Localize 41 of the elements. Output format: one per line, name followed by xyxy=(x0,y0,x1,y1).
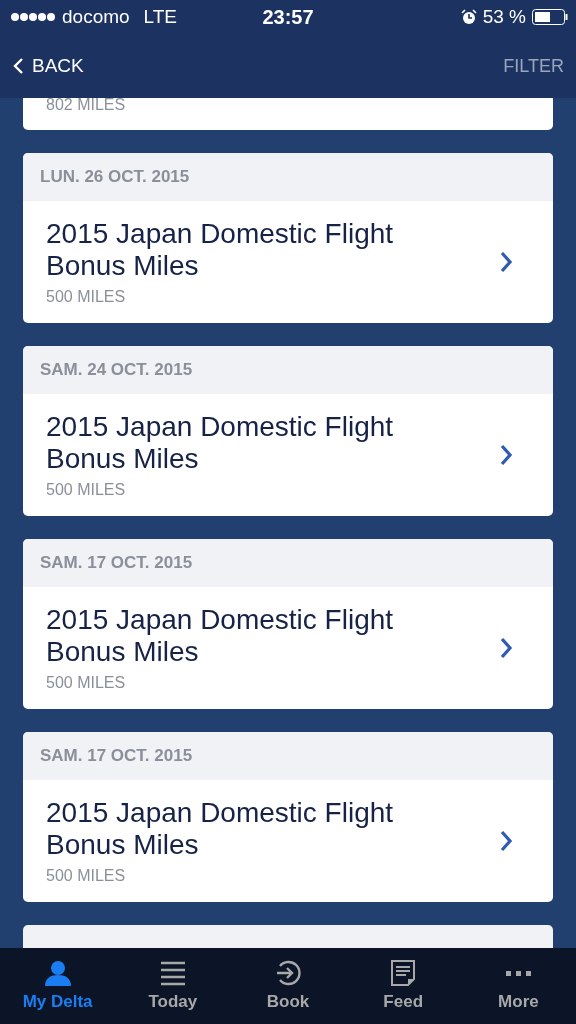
date-header: SAM. 24 OCT. 2015 xyxy=(23,346,553,394)
miles-amount: 500 MILES xyxy=(46,867,126,885)
date-header: SAM. 17 OCT. 2015 xyxy=(23,732,553,780)
miles-amount: 802 MILES xyxy=(46,98,127,114)
chevron-right-icon xyxy=(499,251,513,273)
chevron-right-icon xyxy=(499,637,513,659)
chevron-right-icon xyxy=(499,444,513,466)
tab-item[interactable]: More xyxy=(460,948,576,1024)
person-icon xyxy=(42,960,73,986)
filter-button[interactable]: FILTER xyxy=(503,55,564,77)
date-header: SAM. 17 OCT. 2015 xyxy=(23,539,553,587)
tab-item[interactable]: My Delta xyxy=(0,948,116,1024)
transaction-title: 2015 Japan Domestic Flight Bonus Miles xyxy=(46,411,395,475)
menu-icon xyxy=(159,960,186,986)
chevron-right-icon xyxy=(499,830,513,852)
miles-amount: 500 MILES xyxy=(46,288,126,306)
tab-item[interactable]: Today xyxy=(115,948,231,1024)
tab-item[interactable]: Feed xyxy=(345,948,461,1024)
arrow-circle-icon xyxy=(275,960,301,986)
battery-icon xyxy=(532,9,568,25)
more-icon xyxy=(505,970,531,976)
battery-percent: 53 % xyxy=(482,6,526,28)
transaction-title: 2015 Japan Domestic Flight Bonus Miles xyxy=(46,797,395,861)
carrier-name: docomo xyxy=(62,6,130,28)
transaction-card[interactable]: SAM. 24 OCT. 2015 2015 Japan Domestic Flight Bonus Miles 500 MILES xyxy=(23,346,553,516)
chevron-left-icon xyxy=(12,57,24,75)
clock-time: 23:57 xyxy=(262,5,314,29)
signal-icon xyxy=(10,12,56,22)
transaction-card[interactable]: LUN. 26 OCT. 2015 2015 Japan Domestic Flight Bonus Miles 500 MILES xyxy=(23,153,553,323)
transaction-card[interactable]: SAM. 17 OCT. 2015 2015 Japan Domestic Flight Bonus Miles 500 MILES xyxy=(23,732,553,902)
tab-item[interactable]: Book xyxy=(230,948,346,1024)
network-type: LTE xyxy=(143,6,178,28)
transaction-title: 2015 Japan Domestic Flight Bonus Miles xyxy=(46,604,395,668)
miles-amount: 500 MILES xyxy=(46,674,126,692)
miles-amount: 500 MILES xyxy=(46,481,126,499)
back-button[interactable]: BACK xyxy=(12,55,84,77)
transaction-title: 2015 Japan Domestic Flight Bonus Miles xyxy=(46,218,395,282)
date-header: LUN. 26 OCT. 2015 xyxy=(23,153,553,201)
alarm-icon xyxy=(460,9,477,25)
document-icon xyxy=(391,960,416,986)
transaction-card[interactable]: SAM. 17 OCT. 2015 2015 Japan Domestic Flight Bonus Miles 500 MILES xyxy=(23,539,553,709)
